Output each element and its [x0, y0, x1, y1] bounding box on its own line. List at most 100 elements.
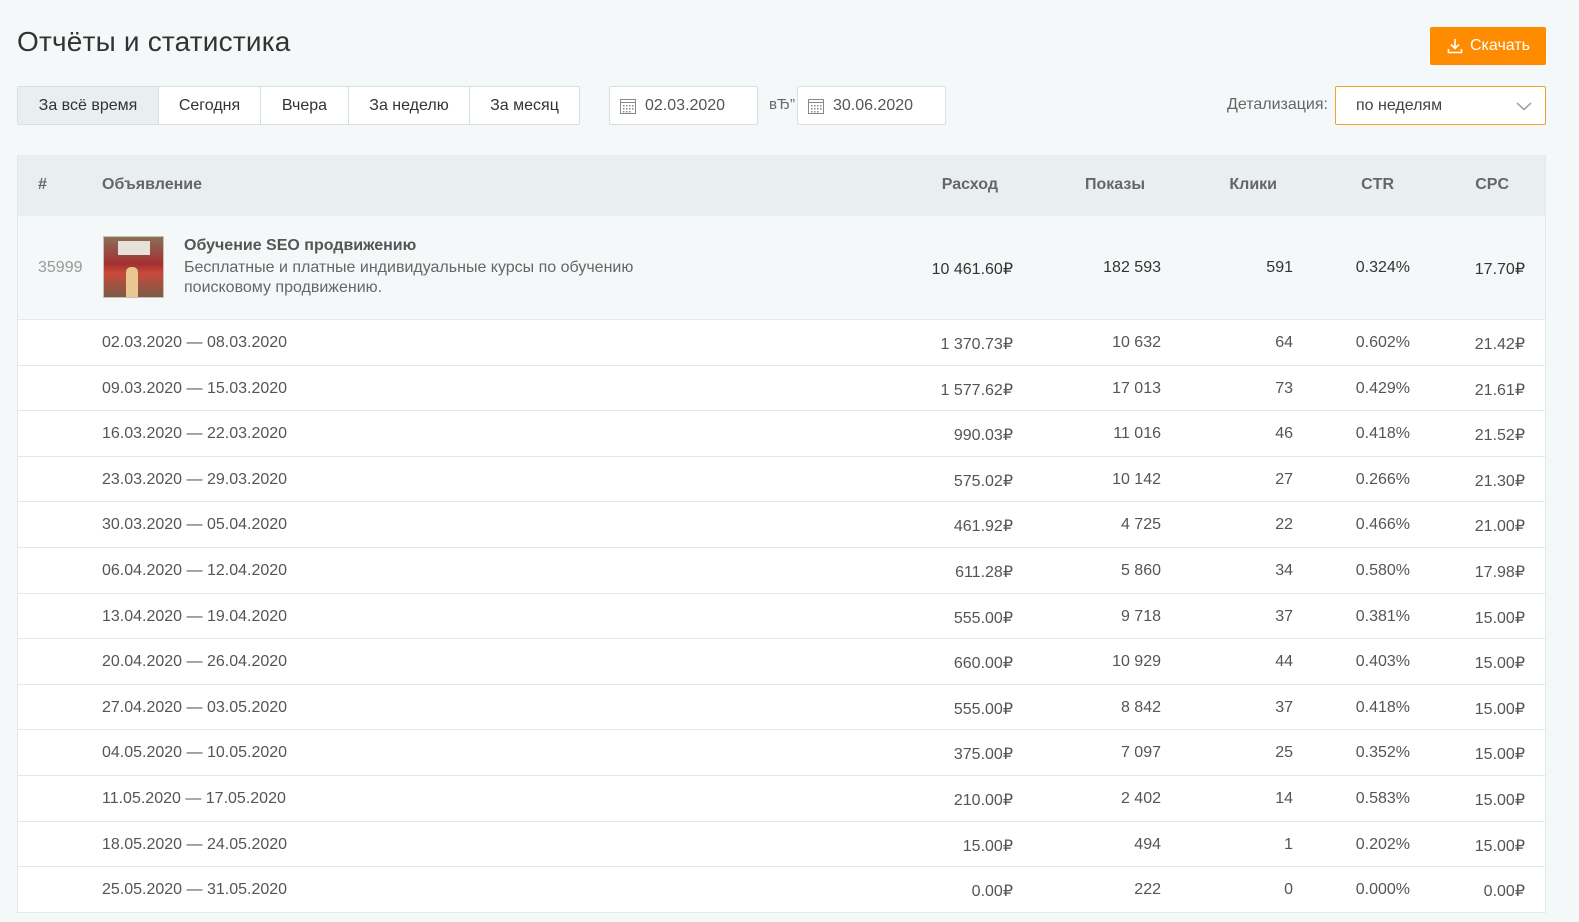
- row-period: 27.04.2020 — 03.05.2020: [102, 698, 288, 716]
- row-cpc: 15.00₽: [1474, 746, 1525, 764]
- row-cpc: 17.98₽: [1474, 563, 1525, 581]
- row-ctr: 0.202%: [1355, 835, 1410, 853]
- row-cpc: 21.61₽: [1474, 381, 1525, 399]
- detail-label: Детализация:: [1227, 96, 1328, 113]
- table-row: 30.03.2020 — 05.04.2020 461.92₽ 4 725 22 0.4…: [18, 502, 1545, 548]
- table-row: 25.05.2020 — 31.05.2020 0.00₽ 222 0 0.000% 0.…: [18, 867, 1545, 913]
- row-cpc: 21.00₽: [1474, 518, 1525, 536]
- date-from-field[interactable]: 02.03.2020: [609, 86, 758, 125]
- row-period: 30.03.2020 — 05.04.2020: [102, 516, 288, 534]
- tab-month[interactable]: За месяц: [470, 87, 579, 124]
- row-ctr: 0.352%: [1355, 744, 1410, 762]
- row-views: 9 718: [1120, 607, 1161, 625]
- row-spend: 611.28₽: [955, 563, 1013, 581]
- row-spend: 660.00₽: [953, 655, 1013, 673]
- row-views: 7 097: [1120, 744, 1161, 762]
- table-header: # Объявление Расход Показы Клики CTR CPC: [18, 155, 1545, 216]
- row-spend: 1 577.62₽: [940, 381, 1013, 399]
- ad-thumbnail[interactable]: [103, 236, 164, 298]
- table-row: 13.04.2020 — 19.04.2020 555.00₽ 9 718 37 0.3…: [18, 594, 1545, 640]
- row-clicks: 0: [1284, 881, 1293, 899]
- tab-week[interactable]: За неделю: [349, 87, 470, 124]
- row-cpc: 15.00₽: [1474, 609, 1525, 627]
- row-period: 09.03.2020 — 15.03.2020: [102, 379, 288, 397]
- row-clicks: 44: [1275, 653, 1293, 671]
- ad-description: Бесплатные и платные индивидуальные курс…: [184, 259, 634, 296]
- tab-all-time[interactable]: За всё время: [18, 87, 159, 124]
- header-cpc[interactable]: CPC: [1475, 176, 1509, 194]
- period-tabs: За всё время Сегодня Вчера За неделю За …: [17, 86, 580, 125]
- row-ctr: 0.429%: [1355, 379, 1410, 397]
- header-views[interactable]: Показы: [1085, 176, 1145, 194]
- row-views: 10 142: [1112, 470, 1161, 488]
- row-ctr: 0.418%: [1355, 425, 1410, 443]
- header-num: #: [38, 176, 47, 193]
- table-row: 02.03.2020 — 08.03.2020 1 370.73₽ 10 632 64…: [18, 320, 1545, 366]
- row-cpc: 21.42₽: [1474, 336, 1525, 353]
- chevron-down-icon: [1516, 101, 1532, 110]
- row-ctr: 0.580%: [1355, 561, 1410, 579]
- period-rows: 02.03.2020 — 08.03.2020 1 370.73₽ 10 632 64…: [18, 320, 1545, 913]
- row-views: 222: [1134, 881, 1161, 899]
- table-row: 06.04.2020 — 12.04.2020 611.28₽ 5 860 34 0.5…: [18, 548, 1545, 594]
- row-cpc: 21.30₽: [1474, 472, 1525, 490]
- header-ad: Объявление: [102, 176, 202, 193]
- row-clicks: 37: [1275, 698, 1293, 716]
- ad-spend: 10 461.60₽: [931, 261, 1013, 278]
- tab-yesterday[interactable]: Вчера: [261, 87, 349, 124]
- row-cpc: 15.00₽: [1474, 655, 1525, 673]
- row-clicks: 64: [1275, 334, 1293, 351]
- ad-title[interactable]: Обучение SEO продвижению: [184, 237, 416, 255]
- row-clicks: 14: [1275, 789, 1293, 807]
- ad-summary-row[interactable]: 35999 Обучение SEO продвижению Бесплатны…: [18, 216, 1545, 320]
- row-ctr: 0.266%: [1355, 470, 1410, 488]
- row-views: 17 013: [1112, 379, 1161, 397]
- row-views: 2 402: [1120, 789, 1161, 807]
- download-button-label: Скачать: [1470, 37, 1530, 54]
- page-title: Отчёты и статистика: [17, 26, 291, 57]
- tab-today[interactable]: Сегодня: [159, 87, 261, 124]
- calendar-icon: [620, 98, 636, 114]
- row-ctr: 0.000%: [1355, 881, 1410, 899]
- table-row: 23.03.2020 — 29.03.2020 575.02₽ 10 142 27 0.…: [18, 457, 1545, 503]
- download-icon: [1447, 39, 1463, 54]
- ad-views: 182 593: [1103, 259, 1161, 276]
- row-spend: 461.92₽: [953, 518, 1013, 536]
- row-ctr: 0.418%: [1355, 698, 1410, 716]
- header-spend[interactable]: Расход: [942, 176, 998, 194]
- row-period: 02.03.2020 — 08.03.2020: [102, 334, 288, 351]
- row-clicks: 27: [1275, 470, 1293, 488]
- row-ctr: 0.403%: [1355, 653, 1410, 671]
- row-ctr: 0.583%: [1355, 789, 1410, 807]
- row-views: 494: [1134, 835, 1161, 853]
- header-ctr[interactable]: CTR: [1361, 176, 1394, 194]
- row-spend: 0.00₽: [971, 883, 1013, 901]
- row-period: 04.05.2020 — 10.05.2020: [102, 744, 288, 762]
- row-spend: 375.00₽: [953, 746, 1013, 764]
- thumb-person: [126, 267, 138, 297]
- row-clicks: 37: [1275, 607, 1293, 625]
- row-cpc: 21.52₽: [1474, 427, 1525, 445]
- row-cpc: 15.00₽: [1474, 791, 1525, 809]
- row-clicks: 46: [1275, 425, 1293, 443]
- download-button[interactable]: Скачать: [1430, 27, 1546, 65]
- table-row: 16.03.2020 — 22.03.2020 990.03₽ 11 016 46 0.…: [18, 411, 1545, 457]
- row-ctr: 0.381%: [1355, 607, 1410, 625]
- row-period: 13.04.2020 — 19.04.2020: [102, 607, 288, 625]
- detail-select[interactable]: по неделям: [1335, 86, 1546, 125]
- row-spend: 575.02₽: [953, 472, 1013, 490]
- row-spend: 210.00₽: [953, 791, 1013, 809]
- row-views: 11 016: [1113, 425, 1161, 443]
- ad-id: 35999: [38, 259, 83, 276]
- ad-ctr: 0.324%: [1355, 259, 1410, 276]
- date-from-value: 02.03.2020: [645, 96, 726, 114]
- table-row: 20.04.2020 — 26.04.2020 660.00₽ 10 929 44 0.…: [18, 639, 1545, 685]
- table-row: 18.05.2020 — 24.05.2020 15.00₽ 494 1 0.202% 1…: [18, 822, 1545, 868]
- row-spend: 990.03₽: [953, 427, 1013, 445]
- row-clicks: 73: [1275, 379, 1293, 397]
- header-clicks[interactable]: Клики: [1229, 176, 1277, 194]
- table-row: 09.03.2020 — 15.03.2020 1 577.62₽ 17 013 73…: [18, 366, 1545, 412]
- row-spend: 555.00₽: [953, 700, 1013, 718]
- date-to-field[interactable]: 30.06.2020: [797, 86, 946, 125]
- ad-cpc: 17.70₽: [1474, 261, 1525, 278]
